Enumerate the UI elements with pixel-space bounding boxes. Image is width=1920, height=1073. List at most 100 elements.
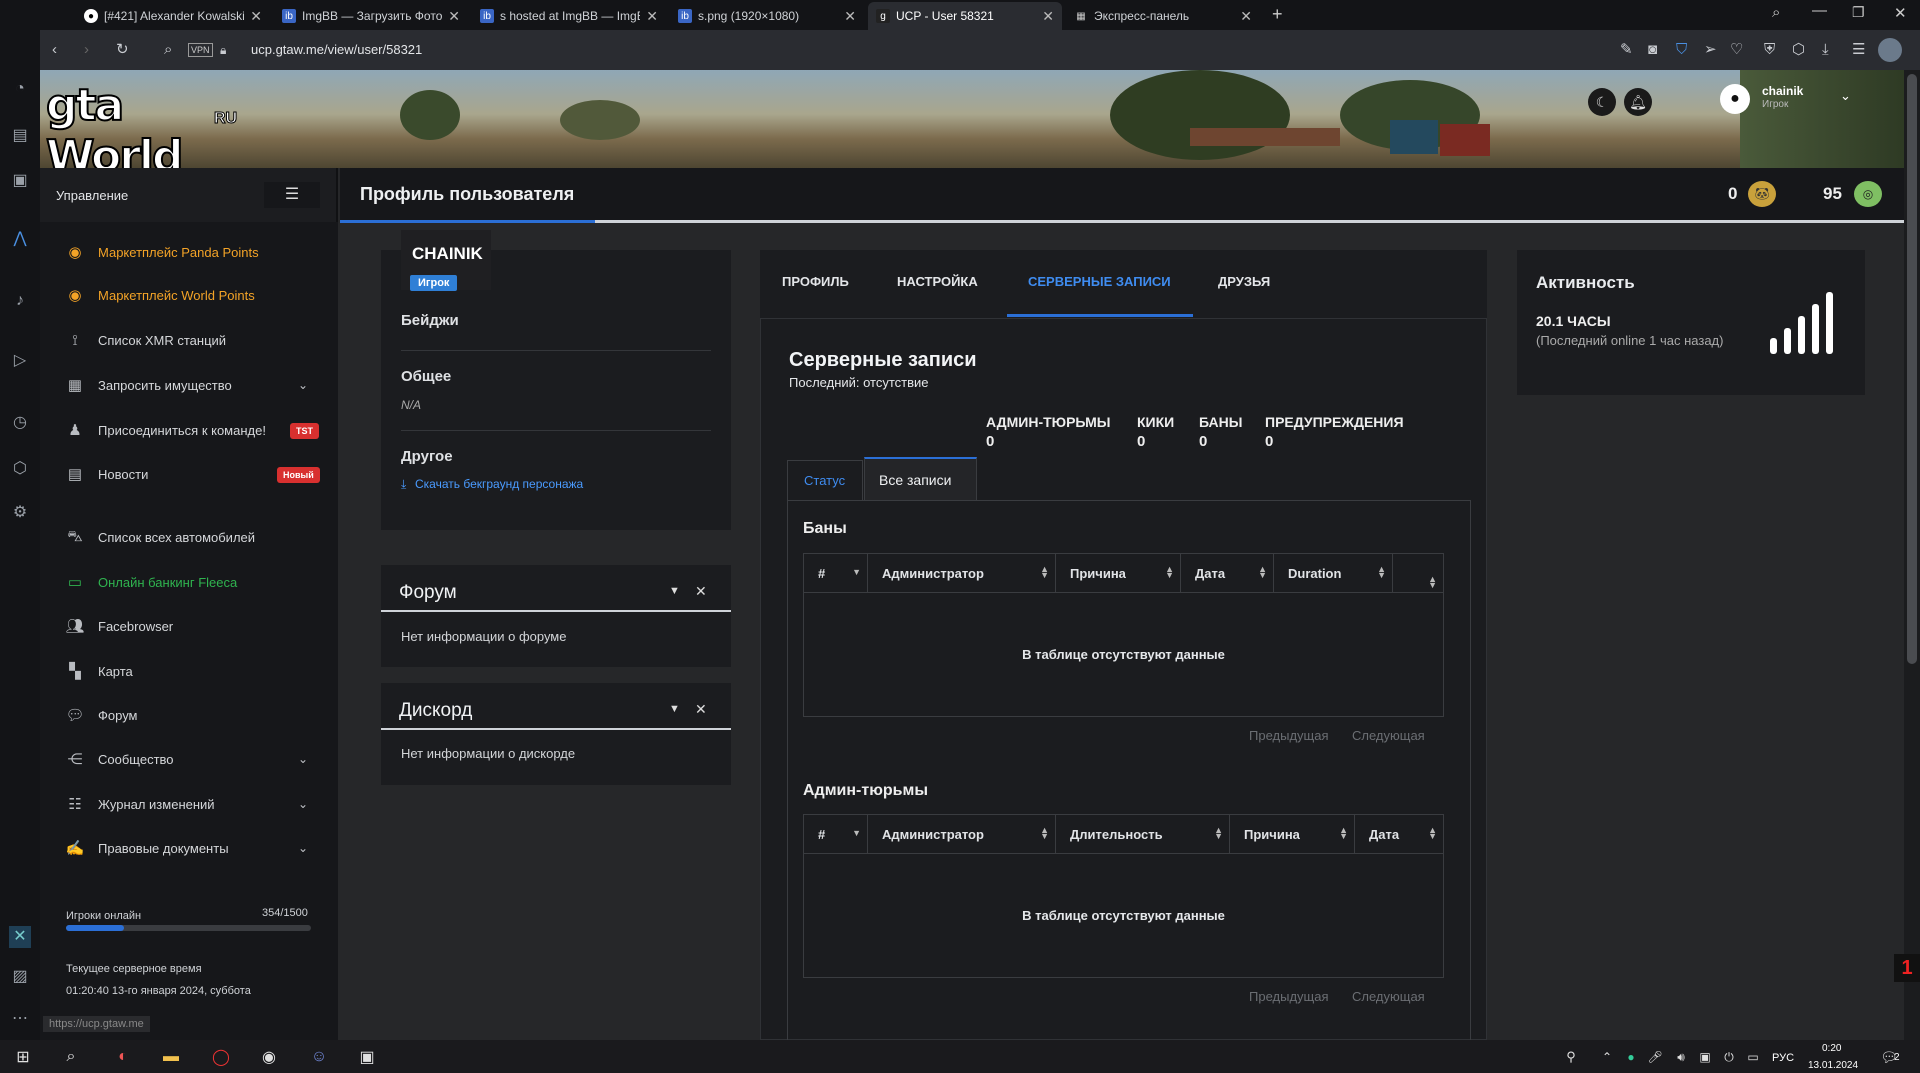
restore-button[interactable]: ❐ bbox=[1852, 4, 1865, 21]
extensions-icon[interactable]: ⬡ bbox=[9, 458, 31, 480]
tab-settings[interactable]: НАСТРОЙКА bbox=[897, 274, 978, 289]
browser-tab[interactable]: ib s hosted at ImgBB — ImgB ✕ bbox=[472, 2, 666, 30]
close-icon[interactable]: ✕ bbox=[695, 583, 707, 600]
chevron-down-icon[interactable]: ⌄ bbox=[298, 797, 308, 811]
player-icon[interactable]: ▷ bbox=[9, 350, 31, 372]
sidebar-item-map[interactable]: ▚ Карта bbox=[64, 656, 133, 686]
col-duration[interactable]: Duration ▲ ▼ bbox=[1274, 554, 1393, 592]
chevron-down-icon[interactable]: ⌄ bbox=[298, 752, 308, 766]
settings-icon[interactable]: ⚙ bbox=[9, 502, 31, 524]
tab-profile[interactable]: ПРОФИЛЬ bbox=[782, 274, 849, 289]
ai-icon[interactable]: ⋀ bbox=[9, 228, 31, 250]
tiktok-icon[interactable]: ♪ bbox=[9, 290, 31, 312]
jails-prev-button[interactable]: Предыдущая bbox=[1249, 989, 1329, 1004]
cube-icon[interactable]: ⬡ bbox=[1792, 30, 1805, 70]
col-index[interactable]: # ▼ bbox=[804, 815, 868, 853]
back-icon[interactable]: ‹ bbox=[52, 30, 57, 70]
vpn-badge[interactable]: VPN bbox=[188, 43, 213, 57]
col-index[interactable]: # ▼ bbox=[804, 554, 868, 592]
volume-icon[interactable]: 🔊︎ bbox=[1668, 1044, 1694, 1070]
download-icon[interactable]: ⤓ bbox=[1822, 30, 1829, 70]
lock-icon[interactable]: 🔒︎ bbox=[220, 30, 226, 70]
ragemp-icon[interactable]: ▣ bbox=[354, 1044, 380, 1070]
subtab-status[interactable]: Статус bbox=[787, 460, 863, 500]
sidebar-item-vehicles[interactable]: ⛍ Список всех автомобилей bbox=[64, 522, 255, 552]
send-icon[interactable]: ➢ bbox=[1704, 30, 1717, 70]
jails-next-button[interactable]: Следующая bbox=[1352, 989, 1425, 1004]
col-reason[interactable]: Причина ▲ ▼ bbox=[1056, 554, 1181, 592]
sidebar-item-facebrowser[interactable]: 👥︎ Facebrowser bbox=[64, 611, 173, 641]
heart-icon[interactable]: ♡ bbox=[1730, 30, 1743, 70]
more-icon[interactable]: ⋯ bbox=[9, 1008, 31, 1030]
col-extra[interactable]: ▲ ▼ bbox=[1393, 554, 1443, 592]
browser-tab[interactable]: ● [#421] Alexander Kowalski ✕ bbox=[76, 2, 270, 30]
url-field[interactable]: ucp.gtaw.me/view/user/58321 bbox=[251, 30, 422, 70]
app-icon[interactable]: ✕ bbox=[9, 926, 31, 948]
windows-start-icon[interactable]: ⊞ bbox=[10, 1044, 36, 1070]
profile-avatar[interactable] bbox=[1878, 38, 1902, 62]
browser-tab[interactable]: ib ImgBB — Загрузить Фото ✕ bbox=[274, 2, 468, 30]
steam-icon[interactable]: ◉ bbox=[256, 1044, 282, 1070]
col-reason[interactable]: Причина ▲ ▼ bbox=[1230, 815, 1355, 853]
forward-icon[interactable]: › bbox=[84, 30, 89, 70]
tab-server-records[interactable]: СЕРВЕРНЫЕ ЗАПИСИ bbox=[1028, 274, 1171, 289]
sidebar-item-changelog[interactable]: ☷ Журнал изменений bbox=[64, 789, 214, 819]
sidebar-item-forum[interactable]: 💬︎ Форум bbox=[64, 700, 137, 730]
sidebar-item-fleeca[interactable]: ▭ Онлайн банкинг Fleeca bbox=[64, 567, 237, 597]
close-icon[interactable]: ✕ bbox=[646, 8, 658, 25]
bans-prev-button[interactable]: Предыдущая bbox=[1249, 728, 1329, 743]
col-admin[interactable]: Администратор ▲ ▼ bbox=[868, 815, 1056, 853]
download-background-link[interactable]: Скачать бекграунд персонажа bbox=[415, 477, 583, 491]
sidebar-item-xmr[interactable]: ⟟ Список XMR станций bbox=[64, 325, 226, 355]
close-icon[interactable]: ✕ bbox=[250, 8, 262, 25]
clock-time[interactable]: 0:20 bbox=[1822, 1043, 1841, 1054]
hamburger-icon[interactable]: ☰ bbox=[264, 182, 320, 208]
header-username[interactable]: chainik bbox=[1762, 84, 1803, 98]
bans-next-button[interactable]: Следующая bbox=[1352, 728, 1425, 743]
folder-icon[interactable]: ▬ bbox=[158, 1044, 184, 1070]
menu-icon[interactable]: ☰ bbox=[1852, 30, 1865, 70]
download-icon[interactable]: ⤓ bbox=[401, 477, 406, 492]
clock-date[interactable]: 13.01.2024 bbox=[1808, 1060, 1858, 1071]
history-icon[interactable]: ◷ bbox=[9, 412, 31, 434]
network-icon[interactable]: ▭ bbox=[1740, 1044, 1766, 1070]
user-avatar-icon[interactable]: ● bbox=[1720, 84, 1750, 114]
opera-icon[interactable]: ◯ bbox=[208, 1044, 234, 1070]
tab-friends[interactable]: ДРУЗЬЯ bbox=[1218, 274, 1270, 289]
sidebar-item-news[interactable]: ▤ Новости bbox=[64, 459, 148, 489]
minimize-button[interactable]: — bbox=[1812, 2, 1827, 19]
app-icon[interactable]: ◐ bbox=[110, 1044, 136, 1070]
adblock-icon[interactable]: ⛨ bbox=[1764, 30, 1775, 70]
close-icon[interactable]: ✕ bbox=[1240, 8, 1252, 25]
chevron-up-icon[interactable]: ⌃ bbox=[1594, 1044, 1620, 1070]
new-tab-button[interactable]: + bbox=[1272, 4, 1283, 25]
sidebar-item-world-points[interactable]: ◉ Маркетплейс World Points bbox=[64, 280, 254, 310]
collapse-icon[interactable]: ▼ bbox=[669, 585, 680, 597]
speed-dial-icon[interactable]: ◔ bbox=[9, 78, 31, 100]
close-icon[interactable]: ✕ bbox=[844, 8, 856, 25]
col-date[interactable]: Дата ▲ ▼ bbox=[1355, 815, 1443, 853]
reload-icon[interactable]: ↻ bbox=[116, 30, 129, 70]
edit-icon[interactable]: ✎ bbox=[1620, 30, 1633, 70]
sidebar-item-community[interactable]: ⋲ Сообщество bbox=[64, 744, 174, 774]
col-admin[interactable]: Администратор ▲ ▼ bbox=[868, 554, 1056, 592]
browser-tab-active[interactable]: g UCP - User 58321 ✕ bbox=[868, 2, 1062, 30]
search-icon[interactable]: ⌕ bbox=[164, 30, 172, 70]
chevron-down-icon[interactable]: ⌄ bbox=[298, 841, 308, 855]
scrollbar-thumb[interactable] bbox=[1907, 74, 1917, 664]
sidebar-item-panda[interactable]: ◉ Маркетплейс Panda Points bbox=[64, 237, 258, 267]
gallery-icon[interactable]: ▨ bbox=[9, 966, 31, 988]
tray-icon[interactable]: ● bbox=[1618, 1044, 1644, 1070]
people-icon[interactable]: ⚲ bbox=[1558, 1044, 1584, 1070]
shopping-icon[interactable]: ▤ bbox=[9, 125, 31, 147]
gtaworld-logo[interactable]: gta World RU bbox=[45, 79, 238, 168]
sidebar-item-join-team[interactable]: ♟ Присоединиться к команде! bbox=[64, 415, 266, 445]
subtab-all-records[interactable]: Все записи bbox=[864, 457, 977, 500]
search-tabs-icon[interactable]: ⌕ bbox=[1772, 4, 1780, 21]
close-window-button[interactable]: ✕ bbox=[1894, 4, 1907, 22]
mic-icon[interactable]: 🎤︎ bbox=[1642, 1044, 1668, 1070]
sidebar-item-property[interactable]: ▦ Запросить имущество bbox=[64, 370, 232, 400]
collapse-icon[interactable]: ▼ bbox=[669, 703, 680, 715]
close-icon[interactable]: ✕ bbox=[1042, 8, 1054, 25]
power-icon[interactable]: ⏻ bbox=[1716, 1044, 1742, 1070]
